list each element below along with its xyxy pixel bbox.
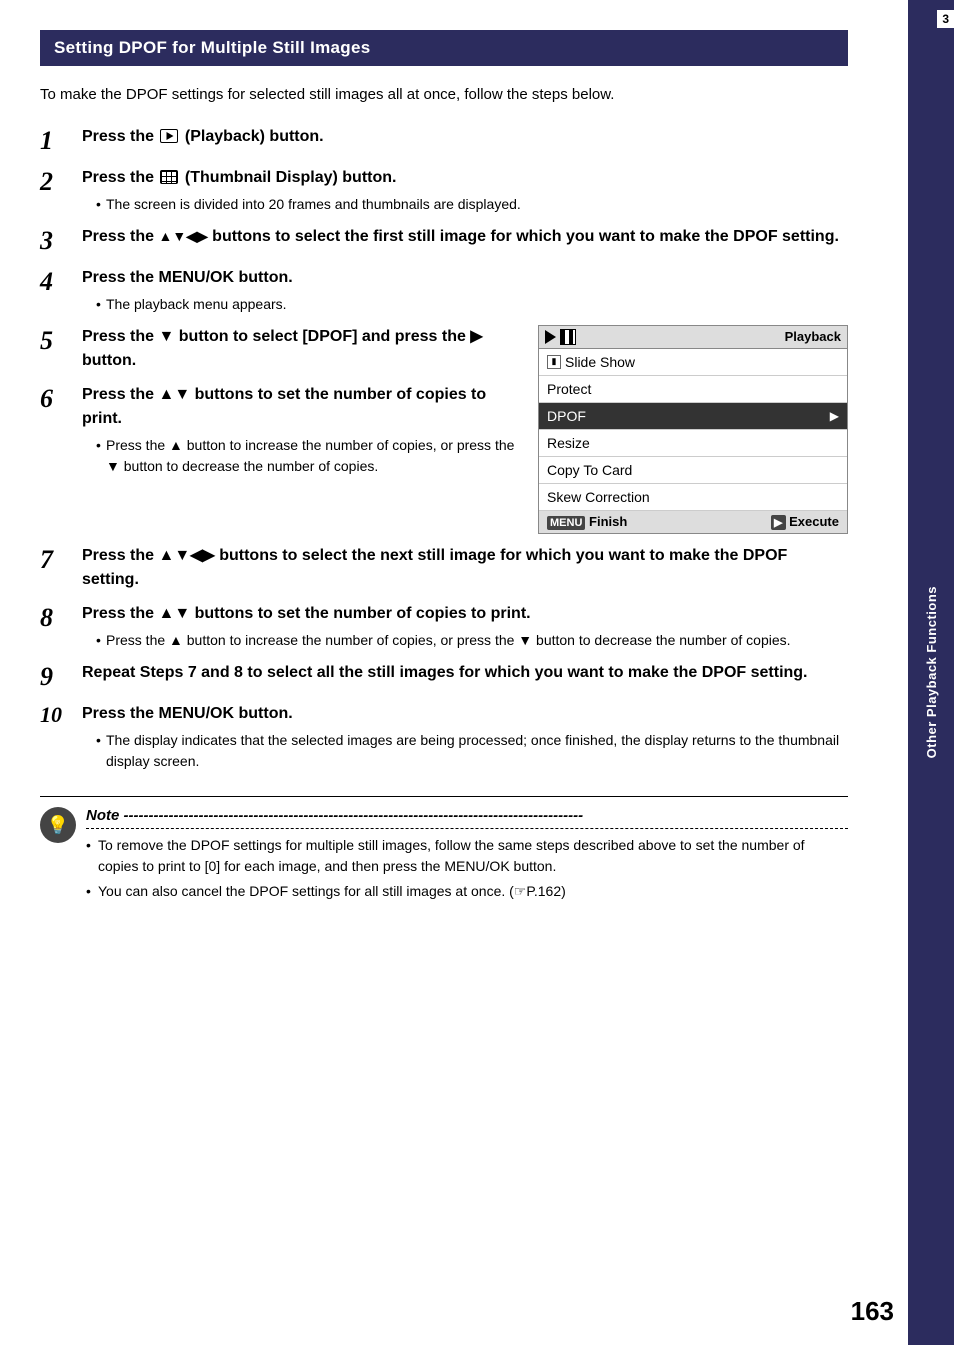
note-icon [40, 807, 76, 843]
menu-resize-label: Resize [547, 435, 590, 451]
menu-bottom-bar: MENU Finish ▶ Execute [539, 511, 847, 533]
step-6-content: Press the ▲▼ buttons to set the number o… [82, 383, 518, 477]
main-content: Setting DPOF for Multiple Still Images T… [0, 0, 908, 1345]
menu-copytocard-label: Copy To Card [547, 462, 632, 478]
page-container: Setting DPOF for Multiple Still Images T… [0, 0, 954, 1345]
menu-item-resize[interactable]: Resize [539, 430, 847, 457]
page-number: 163 [851, 1296, 894, 1327]
arrows-icon: ▲▼◀▶ [158, 226, 207, 247]
step-3: 3 Press the ▲▼◀▶ buttons to select the f… [40, 225, 848, 256]
note-content: Note -----------------------------------… [86, 807, 848, 906]
menu-finish-label: Finish [589, 514, 627, 529]
step-6-bullet-1: Press the ▲ button to increase the numbe… [96, 435, 518, 477]
note-bullet-1: To remove the DPOF settings for multiple… [86, 835, 848, 877]
step-2-title: Press the (Thumbnail Display) button. [82, 169, 396, 186]
page-title: Setting DPOF for Multiple Still Images [54, 38, 370, 57]
page-header: Setting DPOF for Multiple Still Images [40, 30, 848, 66]
step-5-title: Press the ▼ button to select [DPOF] and … [82, 328, 483, 369]
note-bullet-2: You can also cancel the DPOF settings fo… [86, 881, 848, 902]
step-9-content: Repeat Steps 7 and 8 to select all the s… [82, 661, 848, 685]
step-5-row: 5 Press the ▼ button to select [DPOF] an… [40, 325, 848, 534]
step-7-content: Press the ▲▼◀▶ buttons to select the nex… [82, 544, 848, 592]
step-10-bullet-1: The display indicates that the selected … [96, 730, 848, 772]
menu-item-dpof[interactable]: DPOF ▶ [539, 403, 847, 430]
intro-paragraph: To make the DPOF settings for selected s… [40, 84, 848, 107]
sidebar-label: Other Playback Functions [924, 586, 939, 758]
step-10-number: 10 [40, 702, 76, 728]
slideshow-icon: ▮ [547, 355, 561, 369]
step-1-number: 1 [40, 125, 76, 156]
step-3-number: 3 [40, 225, 76, 256]
step-10: 10 Press the MENU/OK button. The display… [40, 702, 848, 772]
step-9-number: 9 [40, 661, 76, 692]
step-6: 6 Press the ▲▼ buttons to set the number… [40, 383, 518, 477]
step-7-number: 7 [40, 544, 76, 575]
step-3-content: Press the ▲▼◀▶ buttons to select the fir… [82, 225, 848, 249]
step-4: 4 Press the MENU/OK button. The playback… [40, 266, 848, 315]
step-10-title: Press the MENU/OK button. [82, 705, 293, 722]
step-7: 7 Press the ▲▼◀▶ buttons to select the n… [40, 544, 848, 592]
menu-item-slideshow[interactable]: ▮ Slide Show [539, 349, 847, 376]
step-9-title: Repeat Steps 7 and 8 to select all the s… [82, 664, 808, 681]
step-2-number: 2 [40, 166, 76, 197]
step-2: 2 Press the (Thumbnail Display) button. … [40, 166, 848, 215]
step-3-title: Press the ▲▼◀▶ buttons to select the fir… [82, 228, 839, 245]
step-4-bullet-1: The playback menu appears. [96, 294, 848, 315]
menu-execute-icon: ▶ [771, 515, 785, 530]
step-4-number: 4 [40, 266, 76, 297]
step-1-title: Press the (Playback) button. [82, 128, 324, 145]
menu-btn-icon: MENU [547, 516, 585, 530]
note-dashes: ----------------------------------------… [124, 807, 584, 824]
step-6-number: 6 [40, 383, 76, 414]
step-5-number: 5 [40, 325, 76, 356]
step-4-content: Press the MENU/OK button. The playback m… [82, 266, 848, 315]
menu-top-bar: Playback [539, 326, 847, 349]
step-2-bullet-1: The screen is divided into 20 frames and… [96, 194, 848, 215]
menu-execute-section: ▶ Execute [771, 514, 839, 530]
menu-dpof-label: DPOF [547, 408, 586, 424]
menu-dpof-arrow: ▶ [830, 409, 839, 423]
menu-execute-label: Execute [789, 514, 839, 529]
menu-item-skew[interactable]: Skew Correction [539, 484, 847, 511]
menu-play-icon [545, 330, 556, 344]
note-title-text: Note [86, 807, 119, 824]
menu-finish-section: MENU Finish [547, 514, 627, 530]
step-8-content: Press the ▲▼ buttons to set the number o… [82, 602, 848, 651]
step-6-title: Press the ▲▼ buttons to set the number o… [82, 386, 486, 427]
menu-protect-label: Protect [547, 381, 591, 397]
step-8-title: Press the ▲▼ buttons to set the number o… [82, 605, 531, 622]
step-2-content: Press the (Thumbnail Display) button. Th… [82, 166, 848, 215]
right-sidebar: 3 Other Playback Functions [908, 0, 954, 1345]
step-8-bullet-1: Press the ▲ button to increase the numbe… [96, 630, 848, 651]
step-8: 8 Press the ▲▼ buttons to set the number… [40, 602, 848, 651]
menu-item-protect[interactable]: Protect [539, 376, 847, 403]
step-5-content: Press the ▼ button to select [DPOF] and … [82, 325, 518, 373]
menu-item-copytocard[interactable]: Copy To Card [539, 457, 847, 484]
step-4-title: Press the MENU/OK button. [82, 269, 293, 286]
note-title: Note -----------------------------------… [86, 807, 848, 829]
menu-slideshow-label: Slide Show [565, 354, 635, 370]
step-9: 9 Repeat Steps 7 and 8 to select all the… [40, 661, 848, 692]
step-1-content: Press the (Playback) button. [82, 125, 848, 149]
thumbnail-icon [160, 170, 178, 184]
step-5: 5 Press the ▼ button to select [DPOF] an… [40, 325, 518, 373]
menu-playback-label: Playback [785, 329, 841, 344]
sidebar-number: 3 [937, 10, 954, 28]
note-bullets: To remove the DPOF settings for multiple… [86, 835, 848, 902]
step-1: 1 Press the (Playback) button. [40, 125, 848, 156]
step-7-title: Press the ▲▼◀▶ buttons to select the nex… [82, 547, 787, 588]
note-box: Note -----------------------------------… [40, 796, 848, 906]
menu-skew-label: Skew Correction [547, 489, 650, 505]
menu-screenshot: Playback ▮ Slide Show Protect DPOF ▶ Res… [538, 325, 848, 534]
playback-icon [160, 129, 178, 143]
step-8-number: 8 [40, 602, 76, 633]
step-10-content: Press the MENU/OK button. The display in… [82, 702, 848, 772]
menu-grid-icon [560, 329, 576, 345]
